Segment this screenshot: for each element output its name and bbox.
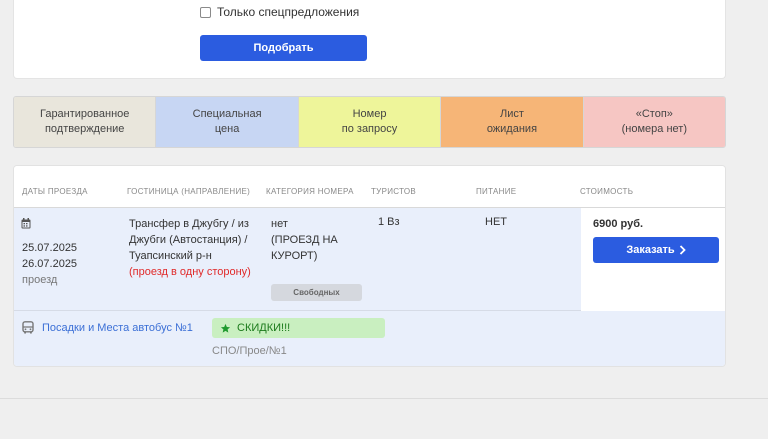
chevron-right-icon — [679, 245, 686, 255]
discount-label[interactable]: СКИДКИ!!! — [237, 322, 290, 334]
special-offers-checkbox[interactable] — [200, 6, 211, 18]
hotel-note: (проезд в одну сторону) — [129, 266, 251, 278]
legend-guaranteed: Гарантированное подтверждение — [14, 97, 157, 147]
legend-special-price: Специальная цена — [156, 97, 299, 147]
legend-stop-sale: «Стоп» (номера нет) — [583, 97, 725, 147]
bus-info-row: Посадки и Места автобус №1 СКИДКИ!!! СПО… — [14, 311, 725, 366]
order-button-label[interactable]: Заказать — [626, 244, 674, 256]
date-from: 25.07.2025 — [22, 242, 78, 254]
legend-on-request: Номер по запросу — [298, 97, 442, 147]
results-table: Даты проезда Гостиница (направление) Кат… — [13, 165, 726, 367]
tourists-count: 1 Вз — [378, 216, 400, 228]
footer-divider — [0, 398, 768, 399]
table-header: Даты проезда Гостиница (направление) Кат… — [14, 166, 725, 208]
hotel-direction: Трансфер в Джубгу / из Джубги (Автостанц… — [129, 216, 264, 280]
order-button[interactable]: Заказать — [593, 237, 719, 263]
legend-waiting-list: Лист ожидания — [441, 97, 584, 147]
calendar-icon — [21, 218, 31, 229]
date-to: 26.07.2025 — [22, 258, 78, 270]
header-dates: Даты проезда — [22, 187, 88, 196]
header-meal: Питание — [476, 187, 517, 196]
price-cell: 6900 руб. Заказать — [581, 208, 725, 311]
special-offers-filter[interactable]: Только спецпредложения — [200, 5, 359, 19]
meal-plan: НЕТ — [485, 216, 507, 228]
table-row: 25.07.2025 26.07.2025 проезд Трансфер в … — [14, 208, 725, 311]
star-icon — [220, 323, 231, 333]
hotel-name: Трансфер в Джубгу / из Джубги (Автостанц… — [129, 218, 249, 262]
bus-seats-link[interactable]: Посадки и Места автобус №1 — [42, 322, 193, 334]
availability-legend: Гарантированное подтверждение Специальная… — [13, 96, 726, 148]
header-category: Категория номера — [266, 187, 354, 196]
price-value: 6900 руб. — [593, 218, 644, 230]
header-hotel: Гостиница (направление) — [127, 187, 251, 196]
special-offers-label[interactable]: Только спецпредложения — [217, 5, 359, 19]
room-category: нет (ПРОЕЗД НА КУРОРТ) — [271, 216, 366, 264]
discount-badge[interactable]: СКИДКИ!!! — [212, 318, 385, 338]
header-price: Стоимость — [580, 187, 634, 196]
category-line: КУРОРТ) — [271, 250, 318, 262]
search-button[interactable]: Подобрать — [200, 35, 367, 61]
category-line: (ПРОЕЗД НА — [271, 234, 338, 246]
header-tourists: Туристов — [371, 187, 417, 196]
spo-code: СПО/Прое/№1 — [212, 345, 287, 357]
date-note: проезд — [22, 274, 58, 286]
category-line: нет — [271, 218, 288, 230]
search-filters-card: Только спецпредложения Подобрать — [13, 0, 726, 79]
free-places-badge: Свободных — [271, 284, 362, 301]
bus-icon — [22, 321, 34, 334]
